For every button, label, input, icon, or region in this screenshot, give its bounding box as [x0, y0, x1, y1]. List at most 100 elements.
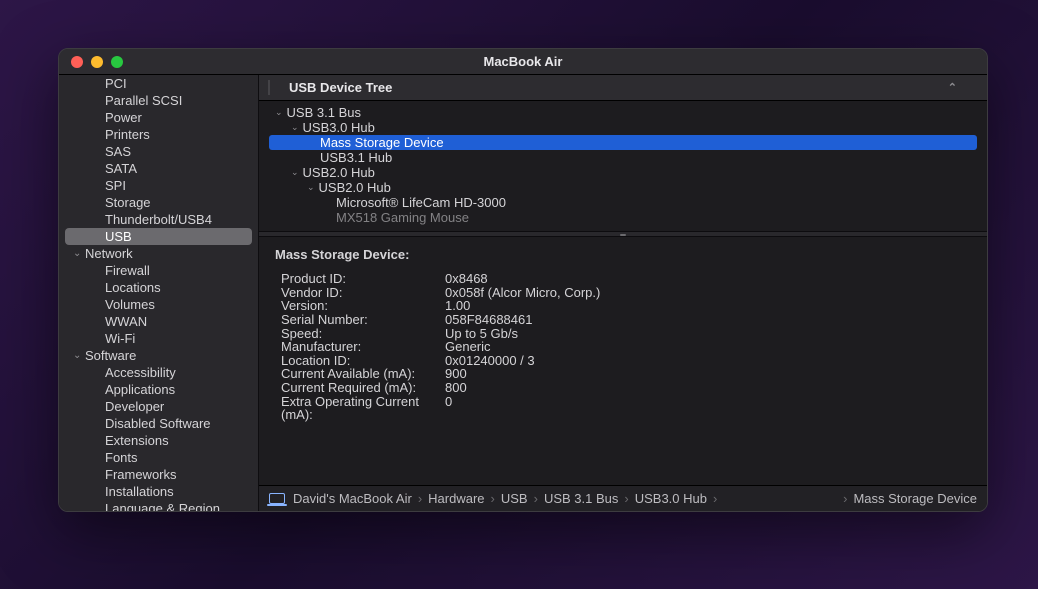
minimize-button[interactable] — [91, 56, 103, 68]
sidebar-item-sata[interactable]: SATA — [65, 160, 252, 177]
detail-row: Vendor ID:0x058f (Alcor Micro, Corp.) — [275, 286, 971, 300]
tree-row-label: USB 3.1 Bus — [287, 105, 361, 120]
sidebar-item-wwan[interactable]: WWAN — [65, 313, 252, 330]
tree-row[interactable]: ⌄ USB3.0 Hub — [269, 120, 977, 135]
detail-row: Manufacturer:Generic — [275, 340, 971, 354]
sidebar-item-installations[interactable]: Installations — [65, 483, 252, 500]
chevron-right-icon: › — [622, 491, 630, 506]
titlebar[interactable]: MacBook Air — [59, 49, 987, 75]
sidebar-item-accessibility[interactable]: Accessibility — [65, 364, 252, 381]
sidebar-item-volumes[interactable]: Volumes — [65, 296, 252, 313]
detail-key: Manufacturer: — [281, 340, 445, 354]
detail-key: Product ID: — [281, 272, 445, 286]
detail-key: Extra Operating Current (mA): — [281, 395, 445, 422]
tree-header-label: USB Device Tree — [289, 80, 392, 95]
detail-value: 0x058f (Alcor Micro, Corp.) — [445, 286, 600, 300]
detail-row: Speed:Up to 5 Gb/s — [275, 327, 971, 341]
sidebar-item-parallel-scsi[interactable]: Parallel SCSI — [65, 92, 252, 109]
tree-row[interactable]: MX518 Gaming Mouse — [269, 210, 977, 225]
device-tree[interactable]: ⌄ USB 3.1 Bus ⌄ USB3.0 HubMass Storage Devi… — [259, 101, 987, 231]
sidebar-category-network[interactable]: ⌄Network — [59, 245, 258, 262]
chevron-down-icon: ⌄ — [73, 350, 85, 361]
tree-row[interactable]: Mass Storage Device — [269, 135, 977, 150]
sidebar-item-sas[interactable]: SAS — [65, 143, 252, 160]
detail-key: Vendor ID: — [281, 286, 445, 300]
sidebar-item-language-region[interactable]: Language & Region — [65, 500, 252, 511]
detail-value: Generic — [445, 340, 491, 354]
sidebar-item-thunderbolt-usb4[interactable]: Thunderbolt/USB4 — [65, 211, 252, 228]
sidebar-item-power[interactable]: Power — [65, 109, 252, 126]
detail-row: Product ID:0x8468 — [275, 272, 971, 286]
sidebar-item-firewall[interactable]: Firewall — [65, 262, 252, 279]
sidebar-item-pci[interactable]: PCI — [65, 75, 252, 92]
laptop-icon — [269, 493, 285, 504]
sidebar-item-spi[interactable]: SPI — [65, 177, 252, 194]
path-bar[interactable]: David's MacBook Air › Hardware › USB › USB 3.1… — [259, 485, 987, 511]
path-segment[interactable]: Mass Storage Device — [853, 491, 977, 506]
sidebar-item-printers[interactable]: Printers — [65, 126, 252, 143]
chevron-down-icon[interactable]: ⌄ — [275, 107, 283, 118]
sidebar-item-disabled-software[interactable]: Disabled Software — [65, 415, 252, 432]
chevron-down-icon[interactable]: ⌄ — [291, 122, 299, 133]
collapse-icon[interactable]: ⌃ — [948, 81, 957, 94]
sidebar-item-developer[interactable]: Developer — [65, 398, 252, 415]
sidebar-item-usb[interactable]: USB — [65, 228, 252, 245]
window-body: PCIParallel SCSIPowerPrintersSASSATASPIS… — [59, 75, 987, 511]
tree-row[interactable]: Microsoft® LifeCam HD-3000 — [269, 195, 977, 210]
chevron-right-icon: › — [489, 491, 497, 506]
chevron-right-icon: › — [416, 491, 424, 506]
details-pane: Mass Storage Device: Product ID:0x8468Ve… — [259, 237, 987, 485]
sidebar-item-applications[interactable]: Applications — [65, 381, 252, 398]
detail-row: Serial Number:058F84688461 — [275, 313, 971, 327]
detail-row: Version:1.00 — [275, 299, 971, 313]
tree-row[interactable]: ⌄ USB2.0 Hub — [269, 180, 977, 195]
chevron-down-icon[interactable]: ⌄ — [291, 167, 299, 178]
detail-value: 058F84688461 — [445, 313, 532, 327]
sidebar-item-fonts[interactable]: Fonts — [65, 449, 252, 466]
sidebar-item-locations[interactable]: Locations — [65, 279, 252, 296]
detail-row: Current Available (mA):900 — [275, 367, 971, 381]
chevron-down-icon: ⌄ — [73, 248, 85, 259]
detail-value: 900 — [445, 367, 467, 381]
tree-row[interactable]: ⌄ USB2.0 Hub — [269, 165, 977, 180]
window-title: MacBook Air — [59, 54, 987, 69]
system-information-window: MacBook Air PCIParallel SCSIPowerPrinter… — [58, 48, 988, 512]
detail-row: Extra Operating Current (mA):0 — [275, 395, 971, 422]
detail-key: Current Available (mA): — [281, 367, 445, 381]
sidebar-item-extensions[interactable]: Extensions — [65, 432, 252, 449]
tree-header[interactable]: USB Device Tree ⌃ — [259, 75, 987, 101]
main-pane: USB Device Tree ⌃ ⌄ USB 3.1 Bus ⌄ USB3.0 Hu… — [259, 75, 987, 511]
zoom-button[interactable] — [111, 56, 123, 68]
detail-value: 1.00 — [445, 299, 470, 313]
tree-row-label: Mass Storage Device — [320, 135, 444, 150]
detail-row: Current Required (mA):800 — [275, 381, 971, 395]
sidebar-item-wi-fi[interactable]: Wi-Fi — [65, 330, 252, 347]
close-button[interactable] — [71, 56, 83, 68]
path-segment[interactable]: USB — [501, 491, 528, 506]
detail-value: Up to 5 Gb/s — [445, 327, 518, 341]
sidebar[interactable]: PCIParallel SCSIPowerPrintersSASSATASPIS… — [59, 75, 259, 511]
details-title: Mass Storage Device: — [275, 247, 971, 262]
detail-value: 800 — [445, 381, 467, 395]
chevron-down-icon[interactable]: ⌄ — [307, 182, 315, 193]
traffic-lights — [59, 56, 123, 68]
chevron-right-icon: › — [532, 491, 540, 506]
path-segment[interactable]: David's MacBook Air — [293, 491, 412, 506]
path-segment[interactable]: Hardware — [428, 491, 484, 506]
tree-row-label: USB3.0 Hub — [303, 120, 375, 135]
sidebar-item-storage[interactable]: Storage — [65, 194, 252, 211]
tree-row[interactable]: ⌄ USB 3.1 Bus — [269, 105, 977, 120]
sidebar-category-software[interactable]: ⌄Software — [59, 347, 258, 364]
detail-value: 0x01240000 / 3 — [445, 354, 535, 368]
tree-row-label: USB2.0 Hub — [303, 165, 375, 180]
sidebar-item-frameworks[interactable]: Frameworks — [65, 466, 252, 483]
path-segment[interactable]: USB3.0 Hub — [635, 491, 707, 506]
split-handle[interactable] — [259, 231, 987, 237]
tree-row[interactable]: USB3.1 Hub — [269, 150, 977, 165]
chevron-right-icon: › — [711, 491, 719, 506]
detail-key: Speed: — [281, 327, 445, 341]
tree-row-label: USB2.0 Hub — [319, 180, 391, 195]
path-segment[interactable]: USB 3.1 Bus — [544, 491, 618, 506]
detail-key: Location ID: — [281, 354, 445, 368]
chevron-right-icon: › — [841, 491, 849, 506]
